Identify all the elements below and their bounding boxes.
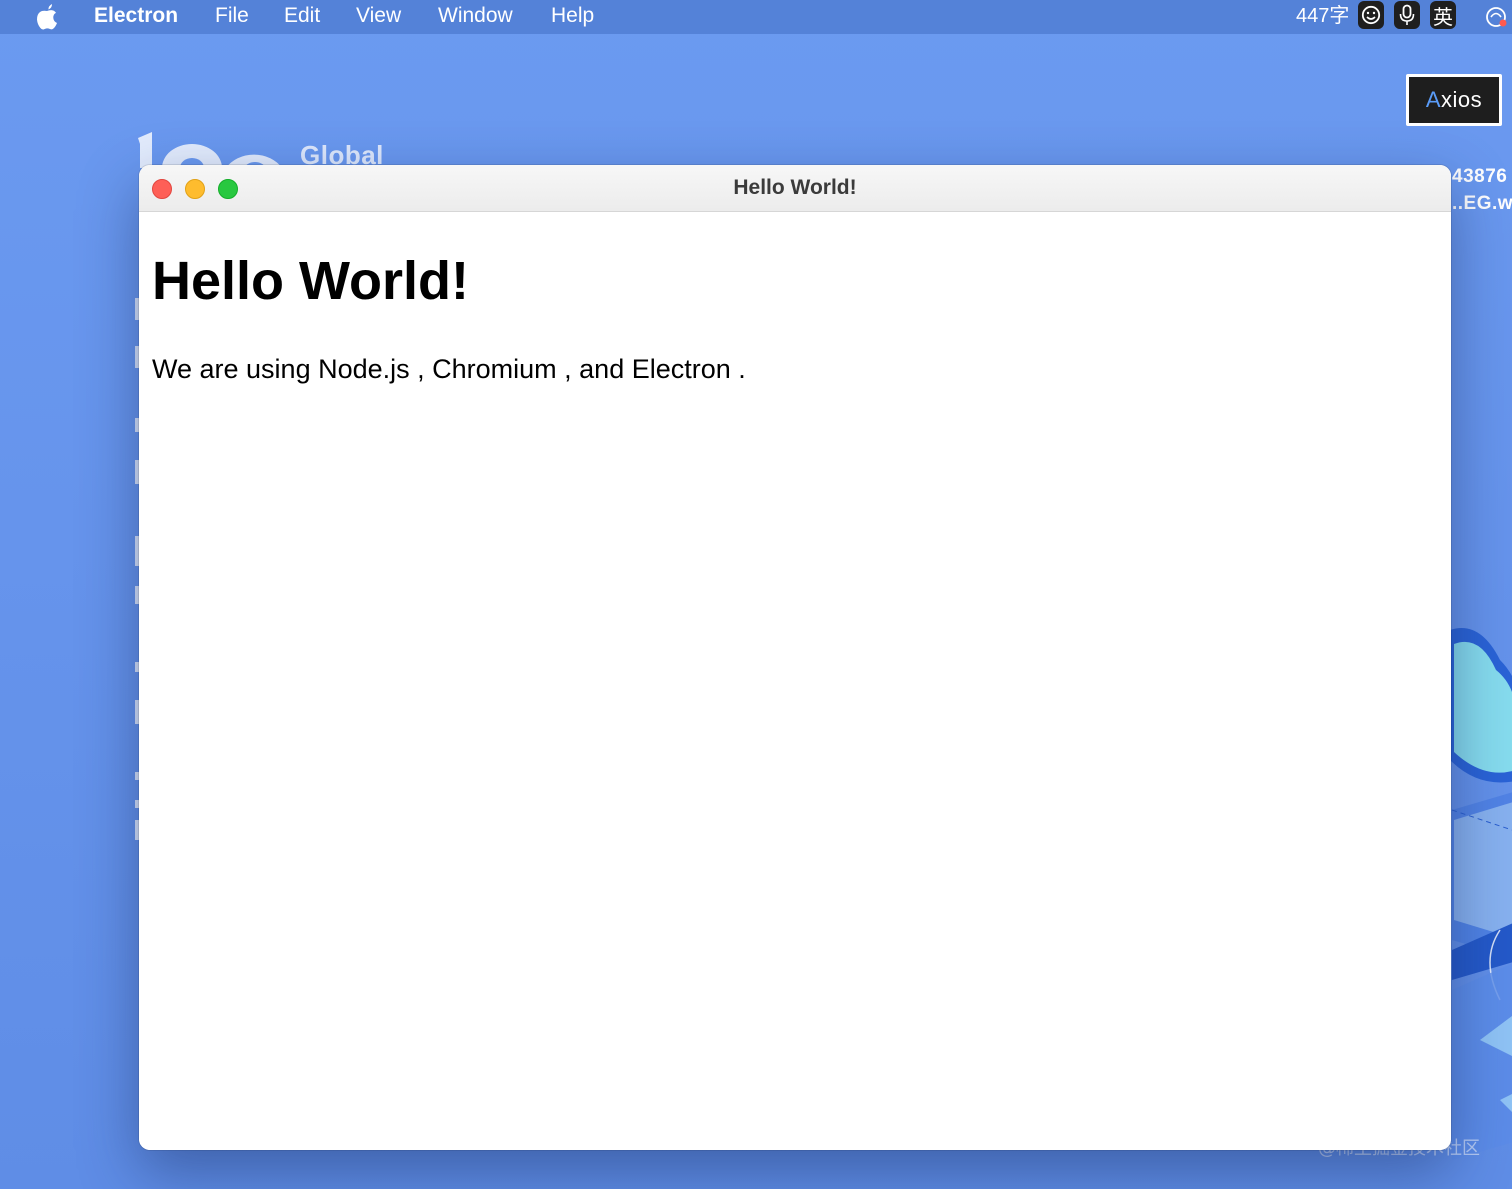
menu-app-electron[interactable]: Electron bbox=[94, 2, 178, 30]
menu-file[interactable]: File bbox=[215, 2, 249, 30]
close-window-button[interactable] bbox=[152, 179, 172, 199]
apple-logo-icon[interactable] bbox=[34, 2, 60, 30]
microphone-icon[interactable] bbox=[1394, 1, 1420, 29]
window-content: Hello World! We are using Node.js , Chro… bbox=[139, 212, 1451, 1150]
axios-accent-letter: A bbox=[1425, 87, 1442, 112]
menu-bar: Electron File Edit View Window Help 447字… bbox=[0, 0, 1512, 34]
window-titlebar[interactable]: Hello World! bbox=[139, 165, 1451, 212]
menu-window[interactable]: Window bbox=[438, 2, 513, 30]
window-title: Hello World! bbox=[733, 176, 857, 199]
electron-app-window: Hello World! Hello World! We are using N… bbox=[139, 165, 1451, 1150]
axios-label-rest: xios bbox=[1441, 87, 1483, 112]
wallpaper-logo bbox=[138, 132, 282, 168]
page-heading: Hello World! bbox=[152, 251, 469, 311]
axios-desktop-icon[interactable]: Axios bbox=[1406, 74, 1502, 126]
status-menu-area: 447字 英 bbox=[1282, 0, 1512, 34]
versions-paragraph: We are using Node.js , Chromium , and El… bbox=[152, 354, 746, 384]
smiley-icon[interactable] bbox=[1358, 1, 1384, 29]
input-source-indicator[interactable]: 英 bbox=[1430, 1, 1456, 29]
control-center-icon[interactable] bbox=[1484, 5, 1508, 29]
menu-help[interactable]: Help bbox=[551, 2, 594, 30]
menu-view[interactable]: View bbox=[356, 2, 401, 30]
minimize-window-button[interactable] bbox=[185, 179, 205, 199]
wallpaper-right-label-2: ..EG.w bbox=[1452, 193, 1512, 214]
wallpaper-right-label-1: 43876 bbox=[1452, 166, 1508, 187]
menu-edit[interactable]: Edit bbox=[284, 2, 320, 30]
zoom-window-button[interactable] bbox=[218, 179, 238, 199]
word-count-indicator[interactable]: 447字 bbox=[1296, 3, 1349, 29]
axios-icon-label: Axios bbox=[1409, 77, 1499, 123]
